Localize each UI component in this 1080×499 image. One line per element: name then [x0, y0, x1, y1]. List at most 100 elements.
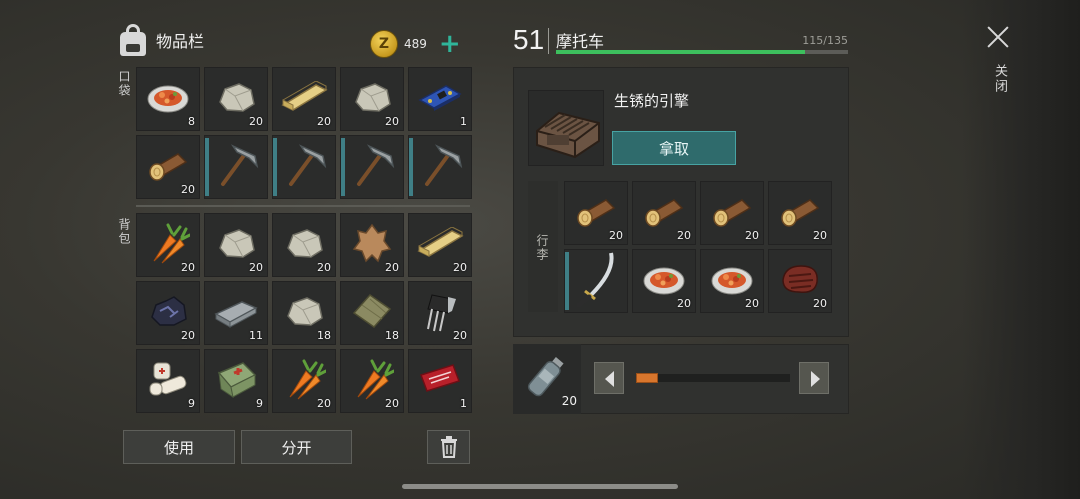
backpack-slot[interactable]: 20 [136, 213, 200, 277]
quantity-slider-handle[interactable] [636, 373, 658, 383]
item-count: 20 [385, 115, 399, 128]
backpack-slot[interactable]: 20 [340, 213, 404, 277]
item-count: 18 [385, 329, 399, 342]
home-indicator[interactable] [402, 484, 678, 489]
pocket-slot[interactable]: 20 [340, 67, 404, 131]
trunk-slot[interactable]: 20 [564, 181, 628, 245]
trunk-slot[interactable]: 20 [700, 181, 764, 245]
trunk-slot[interactable]: 20 [632, 249, 696, 313]
backpack-slot[interactable]: 18 [340, 281, 404, 345]
pickaxe-icon [279, 140, 329, 194]
trunk-slot[interactable]: 20 [768, 181, 832, 245]
close-icon[interactable] [986, 25, 1010, 49]
backpack-icon [118, 24, 148, 56]
backpack-slot[interactable]: 20 [272, 213, 336, 277]
backpack-slot[interactable]: 18 [272, 281, 336, 345]
backpack-slot[interactable]: 20 [136, 281, 200, 345]
take-button[interactable]: 拿取 [612, 131, 736, 165]
item-count: 20 [317, 261, 331, 274]
item-count: 20 [181, 329, 195, 342]
engine-slot[interactable] [528, 90, 604, 166]
backpack-grid: 20 20 20 20 20 20 11 18 18 20 9 9 20 20 1 [136, 213, 472, 413]
plank-icon [280, 80, 328, 117]
item-count: 1 [460, 397, 467, 410]
pocket-slot[interactable]: 8 [136, 67, 200, 131]
backpack-slot[interactable]: 1 [408, 349, 472, 413]
vehicle-capacity: 115/135 [802, 34, 848, 47]
stone-icon [283, 294, 325, 332]
coin-balance: Z 489 + [370, 30, 461, 58]
item-count: 20 [317, 397, 331, 410]
stone-icon [351, 80, 393, 118]
item-count: 11 [249, 329, 263, 342]
capacity-bar-fill [556, 50, 805, 54]
item-count: 1 [460, 115, 467, 128]
pocket-grid: 8 20 20 20 1 20 [136, 67, 472, 199]
add-coins-button[interactable]: + [439, 31, 461, 57]
trash-button[interactable] [427, 430, 470, 464]
backpack-slot[interactable]: 20 [408, 281, 472, 345]
backpack-slot[interactable]: 20 [272, 349, 336, 413]
use-button[interactable]: 使用 [123, 430, 235, 464]
selected-item-count: 20 [561, 394, 577, 408]
item-count: 20 [249, 115, 263, 128]
pocket-slot[interactable]: 1 [408, 67, 472, 131]
trunk-grid: 20 20 20 20 20 20 20 [564, 181, 832, 313]
item-count: 20 [317, 115, 331, 128]
coal-ore-icon [146, 293, 190, 333]
stone-icon [283, 226, 325, 264]
vehicle-level: 51 [513, 24, 545, 55]
item-count: 20 [181, 183, 195, 196]
medkit-bag-icon [213, 357, 259, 405]
item-count: 20 [813, 229, 827, 242]
backpack-slot[interactable]: 11 [204, 281, 268, 345]
circuit-board-icon [416, 80, 464, 118]
chevron-left-icon [605, 371, 614, 387]
pocket-slot[interactable]: 20 [272, 67, 336, 131]
log-icon [708, 194, 756, 232]
vehicle-name: 摩托车 [556, 32, 605, 51]
plank-icon [416, 226, 464, 263]
pocket-label: 口袋 [117, 70, 131, 98]
pocket-slot[interactable] [204, 135, 268, 199]
food-plate-icon [642, 261, 686, 301]
item-count: 8 [188, 115, 195, 128]
selected-item-slot[interactable]: 20 [513, 344, 581, 414]
decrease-button[interactable] [594, 362, 624, 394]
chevron-right-icon [811, 371, 820, 387]
engine-name: 生锈的引擎 [614, 92, 690, 110]
pocket-slot[interactable]: 20 [136, 135, 200, 199]
iron-ingot-icon [212, 294, 260, 332]
item-count: 20 [677, 297, 691, 310]
pocket-slot[interactable] [272, 135, 336, 199]
item-count: 20 [249, 261, 263, 274]
trunk-slot[interactable]: 20 [700, 249, 764, 313]
backpack-slot[interactable]: 20 [204, 213, 268, 277]
header-separator [548, 28, 549, 54]
pocket-slot[interactable] [408, 135, 472, 199]
increase-button[interactable] [799, 362, 829, 394]
item-count: 20 [453, 329, 467, 342]
quantity-slider[interactable] [636, 374, 790, 382]
log-icon [144, 148, 192, 186]
close-label[interactable]: 关闭 [990, 64, 1009, 94]
item-count: 9 [256, 397, 263, 410]
item-count: 20 [453, 261, 467, 274]
split-button[interactable]: 分开 [241, 430, 352, 464]
backpack-slot[interactable]: 9 [136, 349, 200, 413]
log-icon [572, 194, 620, 232]
item-count: 20 [181, 261, 195, 274]
trunk-slot[interactable] [564, 249, 628, 313]
trunk-slot[interactable]: 20 [768, 249, 832, 313]
backpack-slot[interactable]: 20 [408, 213, 472, 277]
backpack-slot[interactable]: 9 [204, 349, 268, 413]
inventory-header: 物品栏 [118, 24, 204, 56]
pocket-slot[interactable]: 20 [204, 67, 268, 131]
stone-icon [215, 80, 257, 118]
capacity-bar [556, 50, 848, 54]
pickaxe-icon [415, 140, 465, 194]
trunk-slot[interactable]: 20 [632, 181, 696, 245]
backpack-slot[interactable]: 20 [340, 349, 404, 413]
pocket-slot[interactable] [340, 135, 404, 199]
coin-icon: Z [370, 30, 398, 58]
